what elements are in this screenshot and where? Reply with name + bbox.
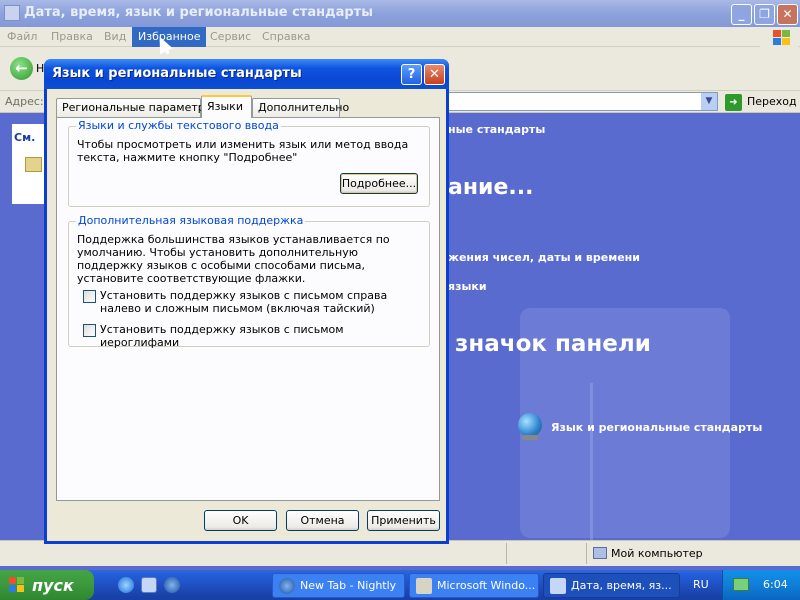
- taskbar-item-nightly[interactable]: New Tab - Nightly: [272, 573, 405, 598]
- windows-logo-icon: [9, 577, 25, 593]
- address-label: Адрес:: [5, 95, 44, 108]
- minimize-button[interactable]: _: [731, 4, 752, 25]
- menu-edit[interactable]: Правка: [51, 30, 93, 43]
- dialog-titlebar[interactable]: Язык и региональные стандарты ? ✕: [44, 59, 449, 89]
- languages-tab-panel: Языки и службы текстового ввода Чтобы пр…: [56, 117, 440, 501]
- watermark-check: [590, 383, 720, 540]
- regional-options-applet[interactable]: Язык и региональные стандарты: [551, 421, 762, 434]
- internet-explorer-icon[interactable]: [118, 577, 134, 593]
- maximize-button[interactable]: ❐: [754, 4, 775, 25]
- tab-regional-options[interactable]: Региональные параметры: [56, 98, 213, 117]
- tab-languages[interactable]: Языки: [201, 95, 252, 118]
- application-icon: [416, 578, 432, 594]
- task-label: Дата, время, яз...: [571, 579, 671, 592]
- taskbar: пуск New Tab - Nightly Microsoft Windo..…: [0, 570, 800, 600]
- group-legend: Языки и службы текстового ввода: [76, 119, 281, 132]
- text-services-group: Языки и службы текстового ввода Чтобы пр…: [68, 119, 430, 207]
- folder-icon[interactable]: [25, 157, 42, 172]
- tab-advanced[interactable]: Дополнительно: [252, 98, 349, 117]
- show-desktop-icon[interactable]: [141, 577, 157, 593]
- taskbar-item-windows[interactable]: Microsoft Windo...: [409, 573, 539, 598]
- control-panel-icon: [550, 578, 566, 594]
- cancel-button[interactable]: Отмена: [286, 510, 359, 531]
- menu-view[interactable]: Вид: [104, 30, 126, 43]
- system-tray: 6:04: [722, 570, 800, 600]
- close-button[interactable]: ✕: [777, 4, 798, 25]
- language-indicator[interactable]: RU: [693, 578, 709, 591]
- menu-file[interactable]: Файл: [7, 30, 37, 43]
- task-label: Microsoft Windo...: [437, 579, 536, 592]
- window-titlebar[interactable]: Дата, время, язык и региональные стандар…: [0, 0, 800, 27]
- task-link-languages[interactable]: языки: [448, 280, 487, 293]
- task-link-number-format[interactable]: жения чисел, даты и времени: [448, 251, 640, 264]
- window-icon: [4, 5, 20, 21]
- start-label: пуск: [32, 576, 74, 595]
- pick-icon-heading: значок панели: [455, 331, 651, 357]
- pick-task-heading: ание...: [448, 175, 534, 200]
- network-icon[interactable]: [733, 578, 749, 591]
- window-title: Дата, время, язык и региональные стандар…: [24, 5, 373, 20]
- menu-tools[interactable]: Сервис: [210, 30, 251, 43]
- clock[interactable]: 6:04: [763, 578, 788, 591]
- group-description: Чтобы просмотреть или изменить язык или …: [77, 138, 409, 164]
- ok-button[interactable]: OK: [204, 510, 277, 531]
- status-divider: [586, 543, 587, 564]
- menu-bar: Файл Правка Вид Избранное Сервис Справка: [0, 27, 800, 47]
- category-title: ные стандарты: [448, 123, 546, 136]
- globe-icon[interactable]: [518, 413, 542, 440]
- regional-options-dialog: Язык и региональные стандарты ? ✕ Регион…: [44, 59, 449, 544]
- checkbox-label[interactable]: Установить поддержку языков с письмом сп…: [100, 289, 420, 315]
- left-pane-title: См.: [14, 131, 36, 144]
- status-divider: [506, 543, 507, 564]
- checkbox-label[interactable]: Установить поддержку языков с письмом ие…: [100, 323, 420, 349]
- details-button[interactable]: Подробнее...: [340, 173, 418, 194]
- complex-script-checkbox[interactable]: [83, 290, 96, 303]
- group-description: Поддержка большинства языков устанавлива…: [77, 233, 390, 285]
- dialog-title: Язык и региональные стандарты: [52, 66, 302, 81]
- my-computer-icon: [593, 547, 607, 559]
- start-button[interactable]: пуск: [0, 570, 94, 600]
- east-asian-checkbox[interactable]: [83, 324, 96, 337]
- go-button[interactable]: Переход: [747, 95, 797, 108]
- status-location: Мой компьютер: [611, 547, 703, 560]
- apply-button[interactable]: Применить: [367, 510, 440, 531]
- browser-icon[interactable]: [164, 577, 180, 593]
- menu-help[interactable]: Справка: [262, 30, 310, 43]
- back-arrow-icon[interactable]: ←: [10, 57, 33, 80]
- taskbar-item-control-panel[interactable]: Дата, время, яз...: [543, 573, 680, 598]
- dialog-close-button[interactable]: ✕: [424, 64, 445, 85]
- chevron-down-icon[interactable]: ▼: [701, 93, 717, 110]
- address-input[interactable]: ▼: [446, 92, 718, 111]
- go-arrow-icon[interactable]: ➜: [725, 94, 742, 111]
- nightly-icon: [279, 578, 295, 594]
- help-button[interactable]: ?: [401, 64, 422, 85]
- windows-logo-icon: [760, 27, 798, 47]
- supplemental-language-group: Дополнительная языковая поддержка Поддер…: [68, 214, 430, 349]
- task-label: New Tab - Nightly: [300, 579, 397, 592]
- group-legend: Дополнительная языковая поддержка: [76, 214, 306, 227]
